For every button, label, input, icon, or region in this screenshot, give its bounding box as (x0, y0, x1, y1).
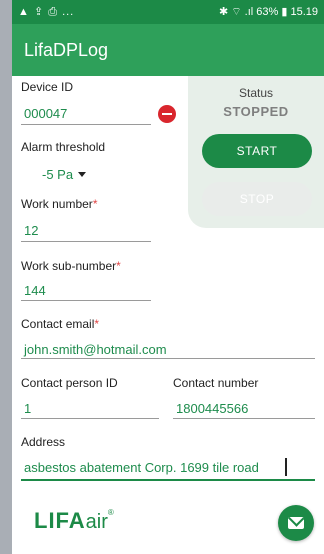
required-marker: * (94, 317, 100, 331)
dropdown-arrow-icon[interactable] (78, 172, 86, 177)
address-field[interactable]: asbestos abatement Corp. 1699 tile road (24, 460, 259, 475)
work-number-underline (21, 241, 151, 242)
work-sub-number-label: Work sub-number* (21, 259, 121, 273)
contact-email-underline (21, 358, 315, 359)
work-sub-number-underline (21, 300, 151, 301)
required-marker: * (92, 197, 98, 211)
stop-button[interactable]: STOP (202, 182, 312, 216)
status-panel: Status STOPPED START STOP (188, 76, 324, 228)
contact-email-label: Contact email* (21, 317, 99, 331)
address-underline-focused (21, 479, 315, 481)
contact-number-underline (173, 418, 315, 419)
device-id-field[interactable]: 000047 (24, 106, 67, 121)
address-label: Address (21, 435, 66, 449)
contact-number-field[interactable]: 1800445566 (176, 401, 248, 416)
system-status-bar: ▲ ⇪ ⎙ ... ✱ ⌔ .ıl 63% ▮ 15.19 (12, 0, 324, 24)
alarm-threshold-label: Alarm threshold (21, 140, 106, 154)
work-sub-number-field[interactable]: 144 (24, 283, 46, 298)
logo-text-sub: air (85, 511, 108, 533)
logo-registered-mark: ® (107, 508, 115, 517)
alarm-threshold-select[interactable]: -5 Pa (42, 167, 73, 182)
required-marker: * (116, 259, 121, 273)
app-title: LifaDPLog (24, 39, 109, 60)
work-number-label-text: Work number (21, 197, 93, 211)
device-id-underline (21, 124, 151, 125)
app-bar: LifaDPLog (12, 24, 324, 76)
text-cursor (285, 458, 287, 476)
envelope-icon (288, 517, 304, 529)
notification-icons: ▲ ⇪ ⎙ ... (18, 6, 75, 18)
status-label: Status (238, 86, 274, 100)
contact-person-id-label: Contact person ID (21, 376, 118, 390)
phone-screen: ▲ ⇪ ⎙ ... ✱ ⌔ .ıl 63% ▮ 15.19 LifaDPLog … (12, 0, 324, 554)
device-id-label: Device ID (21, 80, 74, 94)
status-value: STOPPED (223, 104, 289, 119)
lifaair-logo: LIFAair® (34, 508, 115, 534)
start-button[interactable]: START (202, 134, 312, 168)
email-fab-button[interactable] (278, 505, 314, 541)
system-indicators: ✱ ⌔ .ıl 63% ▮ 15.19 (219, 6, 318, 18)
logo-text-main: LIFA (34, 508, 86, 533)
contact-email-field[interactable]: john.smith@hotmail.com (24, 342, 167, 357)
work-sub-number-label-text: Work sub-number (21, 259, 117, 273)
contact-person-id-underline (21, 418, 159, 419)
work-number-label: Work number* (21, 197, 97, 211)
remove-device-icon[interactable] (158, 105, 176, 123)
contact-number-label: Contact number (173, 376, 259, 390)
contact-person-id-field[interactable]: 1 (24, 401, 31, 416)
contact-email-label-text: Contact email (21, 317, 95, 331)
work-number-field[interactable]: 12 (24, 223, 38, 238)
